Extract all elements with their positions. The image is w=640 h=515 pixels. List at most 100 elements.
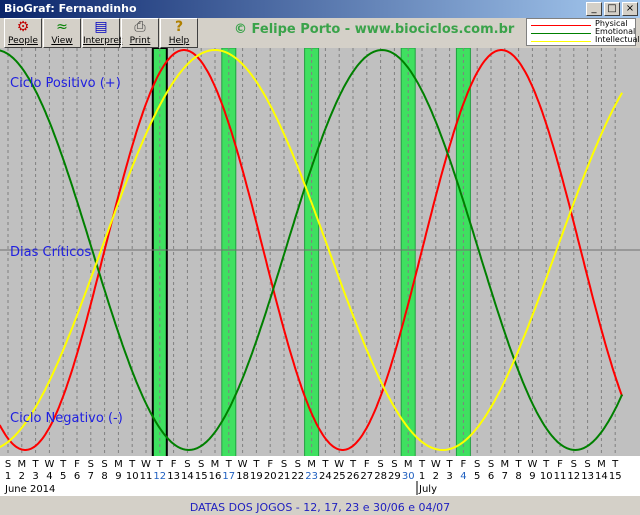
day-number-label: 20: [264, 471, 277, 482]
window-title: BioGraf: Fernandinho: [4, 2, 137, 15]
day-number-label: 4: [460, 471, 466, 482]
day-number-label: 14: [595, 471, 608, 482]
day-number-label: 9: [115, 471, 121, 482]
interpret-button[interactable]: ▤ Interpret: [82, 18, 122, 48]
day-of-week-label: F: [364, 459, 370, 470]
help-icon: ?: [174, 19, 184, 35]
legend-line-emotional: [531, 33, 591, 34]
day-number-label: 27: [360, 471, 373, 482]
day-of-week-label: T: [59, 459, 67, 470]
day-of-week-label: S: [377, 459, 383, 470]
view-icon: ≈: [56, 19, 68, 35]
day-of-week-label: T: [446, 459, 454, 470]
day-of-week-label: T: [349, 459, 357, 470]
day-number-label: 4: [46, 471, 52, 482]
day-number-label: 22: [291, 471, 304, 482]
day-of-week-label: T: [128, 459, 136, 470]
day-number-label: 18: [236, 471, 249, 482]
day-of-week-label: T: [321, 459, 329, 470]
legend-line-physical: [531, 25, 591, 26]
interpret-icon: ▤: [94, 19, 108, 35]
day-number-label: 12: [567, 471, 580, 482]
legend: Physical Emotional Intellectual: [526, 18, 640, 46]
day-of-week-label: T: [515, 459, 523, 470]
day-of-week-label: M: [211, 459, 220, 470]
day-of-week-label: S: [584, 459, 590, 470]
day-number-label: 13: [167, 471, 180, 482]
day-of-week-label: S: [184, 459, 190, 470]
day-number-label: 28: [374, 471, 387, 482]
day-number-label: 12: [153, 471, 166, 482]
day-number-label: 6: [488, 471, 494, 482]
day-number-label: 19: [250, 471, 263, 482]
day-number-label: 9: [529, 471, 535, 482]
day-number-label: 30: [402, 471, 415, 482]
watermark-text: © Felipe Porto - www.biociclos.com.br: [234, 22, 515, 37]
people-icon: ⚙: [16, 19, 30, 35]
day-number-label: 2: [433, 471, 439, 482]
day-of-week-label: S: [101, 459, 107, 470]
negative-cycle-label: Ciclo Negativo (-): [10, 411, 123, 426]
day-of-week-label: T: [611, 459, 619, 470]
day-number-label: 3: [32, 471, 38, 482]
day-of-week-label: T: [225, 459, 233, 470]
day-of-week-label: T: [156, 459, 164, 470]
day-of-week-label: W: [527, 459, 537, 470]
day-of-week-label: W: [44, 459, 54, 470]
day-of-week-label: S: [474, 459, 480, 470]
status-bar: DATAS DOS JOGOS - 12, 17, 23 e 30/06 e 0…: [0, 496, 640, 514]
day-number-label: 1: [419, 471, 425, 482]
chart-background: [0, 48, 640, 456]
day-of-week-label: M: [404, 459, 413, 470]
day-of-week-label: F: [74, 459, 80, 470]
month-label: June 2014: [4, 484, 55, 495]
maximize-button[interactable]: □: [604, 2, 620, 16]
day-number-label: 2: [19, 471, 25, 482]
day-of-week-label: T: [542, 459, 550, 470]
critical-days-label: Dias Críticos: [10, 245, 91, 260]
day-of-week-label: M: [17, 459, 26, 470]
day-of-week-label: S: [295, 459, 301, 470]
day-of-week-label: W: [238, 459, 248, 470]
day-of-week-label: F: [557, 459, 563, 470]
day-number-label: 8: [515, 471, 521, 482]
day-number-label: 15: [195, 471, 208, 482]
people-button[interactable]: ⚙ People: [4, 18, 42, 48]
help-button[interactable]: ? Help: [160, 18, 198, 48]
day-number-label: 10: [126, 471, 139, 482]
day-of-week-label: S: [571, 459, 577, 470]
day-number-label: 6: [74, 471, 80, 482]
day-number-label: 3: [446, 471, 452, 482]
minimize-button[interactable]: _: [586, 2, 602, 16]
day-of-week-label: S: [488, 459, 494, 470]
day-number-label: 8: [101, 471, 107, 482]
view-button[interactable]: ≈ View: [43, 18, 81, 48]
close-button[interactable]: ×: [622, 2, 638, 16]
month-label: July: [418, 484, 437, 495]
day-number-label: 23: [305, 471, 318, 482]
day-number-label: 5: [474, 471, 480, 482]
day-number-label: 17: [222, 471, 235, 482]
day-number-label: 15: [609, 471, 622, 482]
day-number-label: 11: [554, 471, 567, 482]
day-number-label: 16: [209, 471, 222, 482]
window-controls: _ □ ×: [586, 2, 638, 16]
day-of-week-label: M: [307, 459, 316, 470]
day-of-week-label: T: [418, 459, 426, 470]
day-of-week-label: T: [252, 459, 260, 470]
positive-cycle-label: Ciclo Positivo (+): [10, 76, 121, 91]
day-number-label: 1: [5, 471, 11, 482]
day-of-week-label: W: [334, 459, 344, 470]
day-number-label: 25: [333, 471, 346, 482]
day-number-label: 7: [88, 471, 94, 482]
day-number-label: 21: [278, 471, 291, 482]
print-icon: ⎙: [134, 19, 146, 35]
print-button[interactable]: ⎙ Print: [121, 18, 159, 48]
day-number-label: 26: [347, 471, 360, 482]
day-of-week-label: S: [5, 459, 11, 470]
day-of-week-label: M: [114, 459, 123, 470]
day-of-week-label: S: [88, 459, 94, 470]
day-of-week-label: T: [32, 459, 40, 470]
day-number-label: 24: [319, 471, 332, 482]
biorhythm-chart: Ciclo Positivo (+) Dias Críticos Ciclo N…: [0, 48, 640, 496]
